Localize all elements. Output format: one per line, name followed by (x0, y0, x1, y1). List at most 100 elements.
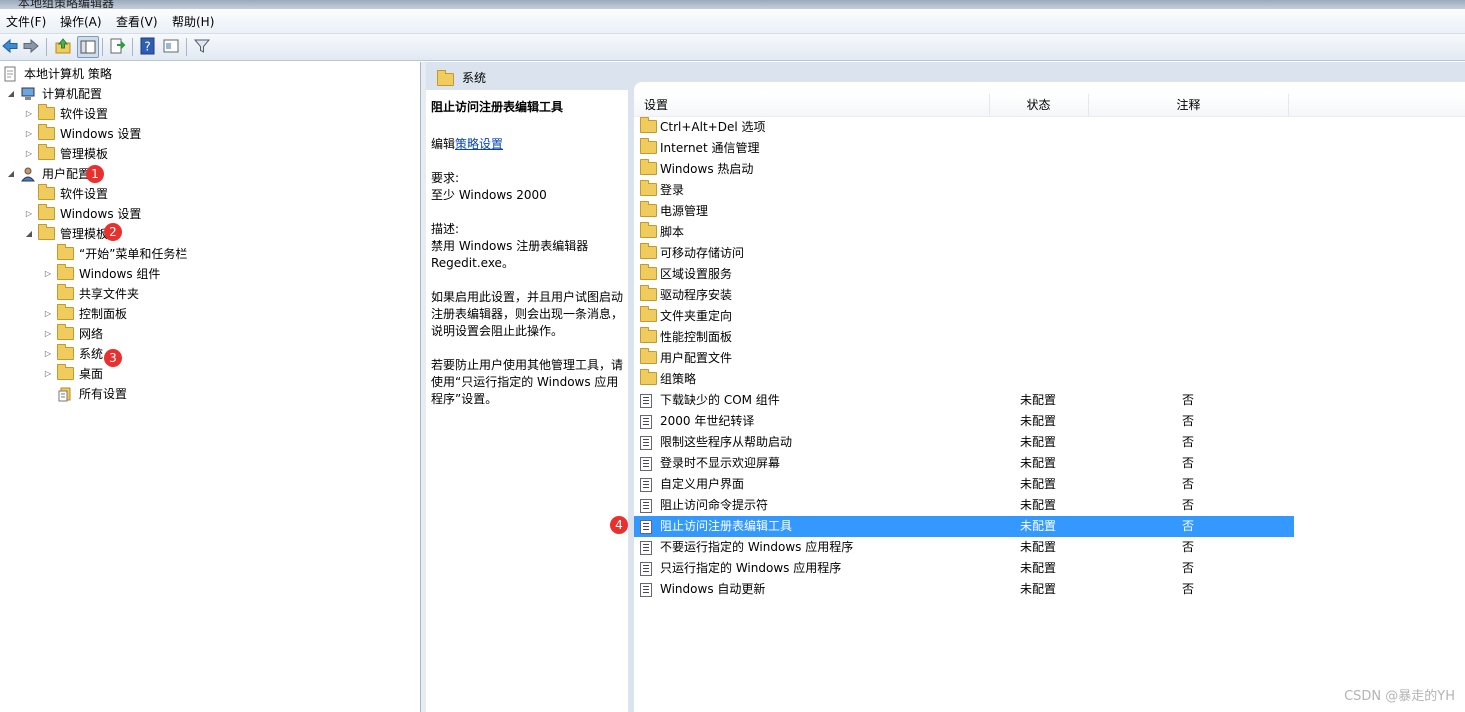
tree-node[interactable]: 所有设置 (0, 384, 418, 404)
folder-row[interactable]: 文件夹重定向 (634, 306, 1294, 327)
expand-arrow-icon[interactable]: ▷ (43, 304, 53, 324)
setting-note: 否 (1182, 456, 1195, 470)
collapse-arrow-icon[interactable]: ◢ (6, 84, 16, 104)
folder-row[interactable]: 组策略 (634, 369, 1294, 390)
collapse-arrow-icon[interactable]: ◢ (24, 224, 34, 244)
menu-help[interactable]: 帮助(H) (172, 13, 214, 30)
folder-row[interactable]: Ctrl+Alt+Del 选项 (634, 117, 1294, 138)
description-line: 使用“只运行指定的 Windows 应用 (431, 375, 619, 389)
policy-row[interactable]: 自定义用户界面 未配置 否 (634, 474, 1294, 495)
folder-icon (57, 244, 74, 260)
policy-row[interactable]: 只运行指定的 Windows 应用程序 未配置 否 (634, 558, 1294, 579)
tree-node[interactable]: ▷ 管理模板 (0, 144, 418, 164)
policy-setting-icon (640, 499, 652, 513)
description-label: 描述: (431, 222, 460, 236)
folder-icon (57, 324, 74, 340)
policy-row[interactable]: 限制这些程序从帮助启动 未配置 否 (634, 432, 1294, 453)
tree-node-label: Windows 组件 (79, 267, 161, 281)
tree-node[interactable]: 软件设置 (0, 184, 418, 204)
tree-node[interactable]: 本地计算机 策略 (0, 64, 418, 84)
policy-setting-icon (640, 541, 652, 555)
menu-action[interactable]: 操作(A) (60, 13, 102, 30)
all-settings-icon (58, 387, 71, 402)
tree-node[interactable]: ▷ 网络 (0, 324, 418, 344)
setting-name: 驱动程序安装 (660, 288, 733, 302)
setting-name: 用户配置文件 (660, 351, 733, 365)
folder-row[interactable]: Internet 通信管理 (634, 138, 1294, 159)
menu-file[interactable]: 文件(F) (6, 13, 46, 30)
expand-arrow-icon[interactable]: ▷ (24, 204, 34, 224)
forward-icon[interactable] (22, 37, 40, 55)
policy-setting-icon (640, 520, 652, 534)
tree-node[interactable]: ◢ 计算机配置 (0, 84, 418, 104)
back-icon[interactable] (1, 37, 19, 55)
description-line: 程序”设置。 (431, 392, 498, 406)
tree-node[interactable]: ▷ 桌面 (0, 364, 418, 384)
setting-note: 否 (1182, 393, 1195, 407)
annotation-badge: 4 (610, 516, 628, 534)
policy-row[interactable]: 阻止访问命令提示符 未配置 否 (634, 495, 1294, 516)
setting-name: 电源管理 (660, 204, 709, 218)
edit-policy-link[interactable]: 策略设置 (455, 137, 503, 151)
tree-node-label: 共享文件夹 (79, 287, 140, 301)
tree-node[interactable]: ◢ 管理模板 (0, 224, 418, 244)
expand-arrow-icon[interactable]: ▷ (24, 104, 34, 124)
description-panel: 阻止访问注册表编辑工具 编辑策略设置 要求: 至少 Windows 2000 描… (426, 90, 628, 712)
title-bar: 本地组策略编辑器 (0, 0, 1465, 9)
folder-row[interactable]: Windows 热启动 (634, 159, 1294, 180)
expand-arrow-icon[interactable]: ▷ (43, 324, 53, 344)
setting-note: 否 (1182, 435, 1195, 449)
export-list-icon[interactable] (108, 37, 126, 55)
menu-view[interactable]: 查看(V) (116, 13, 158, 30)
policy-row[interactable]: 2000 年世纪转译 未配置 否 (634, 411, 1294, 432)
folder-row[interactable]: 性能控制面板 (634, 327, 1294, 348)
help-icon[interactable]: ? (139, 37, 157, 55)
tree-node[interactable]: ▷ Windows 设置 (0, 204, 418, 224)
folder-row[interactable]: 驱动程序安装 (634, 285, 1294, 306)
requirements-value: 至少 Windows 2000 (431, 188, 547, 202)
policy-row[interactable]: 阻止访问注册表编辑工具 未配置 否 (634, 516, 1294, 537)
tree-node[interactable]: ◢ 用户配置 (0, 164, 418, 184)
up-folder-icon[interactable] (54, 37, 72, 55)
expand-arrow-icon[interactable]: ▷ (43, 344, 53, 364)
tree-pane: 本地计算机 策略 ◢ 计算机配置 ▷ 软件设置 ▷ Windows 设置 ▷ 管理模板 ◢ 用户配置… (0, 62, 420, 712)
column-header-setting[interactable]: 设置 (634, 94, 990, 116)
column-header-note[interactable]: 注释 (1089, 94, 1289, 116)
filter-icon[interactable] (193, 37, 211, 55)
setting-name: 登录时不显示欢迎屏幕 (660, 456, 781, 470)
policy-row[interactable]: 登录时不显示欢迎屏幕 未配置 否 (634, 453, 1294, 474)
tree-node[interactable]: “开始”菜单和任务栏 (0, 244, 418, 264)
annotation-badge: 2 (104, 223, 122, 241)
tree-node[interactable]: ▷ 控制面板 (0, 304, 418, 324)
properties-icon[interactable] (162, 37, 180, 55)
tree-node[interactable]: ▷ Windows 设置 (0, 124, 418, 144)
tree-node[interactable]: ▷ 系统 (0, 344, 418, 364)
folder-row[interactable]: 区域设置服务 (634, 264, 1294, 285)
folder-row[interactable]: 用户配置文件 (634, 348, 1294, 369)
setting-note: 否 (1182, 519, 1195, 533)
expand-arrow-icon[interactable]: ▷ (24, 124, 34, 144)
tree-node[interactable]: 共享文件夹 (0, 284, 418, 304)
tree-node[interactable]: ▷ Windows 组件 (0, 264, 418, 284)
folder-row[interactable]: 登录 (634, 180, 1294, 201)
setting-name: 阻止访问注册表编辑工具 (660, 519, 793, 533)
tree-node[interactable]: ▷ 软件设置 (0, 104, 418, 124)
column-header-state[interactable]: 状态 (989, 94, 1089, 116)
expand-arrow-icon[interactable]: ▷ (43, 364, 53, 384)
expand-arrow-icon[interactable]: ▷ (24, 144, 34, 164)
policy-row[interactable]: 下载缺少的 COM 组件 未配置 否 (634, 390, 1294, 411)
policy-row[interactable]: 不要运行指定的 Windows 应用程序 未配置 否 (634, 537, 1294, 558)
folder-icon (640, 348, 657, 364)
folder-row[interactable]: 脚本 (634, 222, 1294, 243)
folder-row[interactable]: 电源管理 (634, 201, 1294, 222)
collapse-arrow-icon[interactable]: ◢ (6, 164, 16, 184)
folder-row[interactable]: 可移动存储访问 (634, 243, 1294, 264)
setting-name: 区域设置服务 (660, 267, 733, 281)
policy-row[interactable]: Windows 自动更新 未配置 否 (634, 579, 1294, 600)
edit-policy-line: 编辑策略设置 (431, 135, 503, 152)
folder-icon (38, 204, 55, 220)
setting-name: 性能控制面板 (660, 330, 733, 344)
expand-arrow-icon[interactable]: ▷ (43, 264, 53, 284)
setting-name: 2000 年世纪转译 (660, 414, 755, 428)
show-hide-tree-icon[interactable] (77, 36, 99, 58)
